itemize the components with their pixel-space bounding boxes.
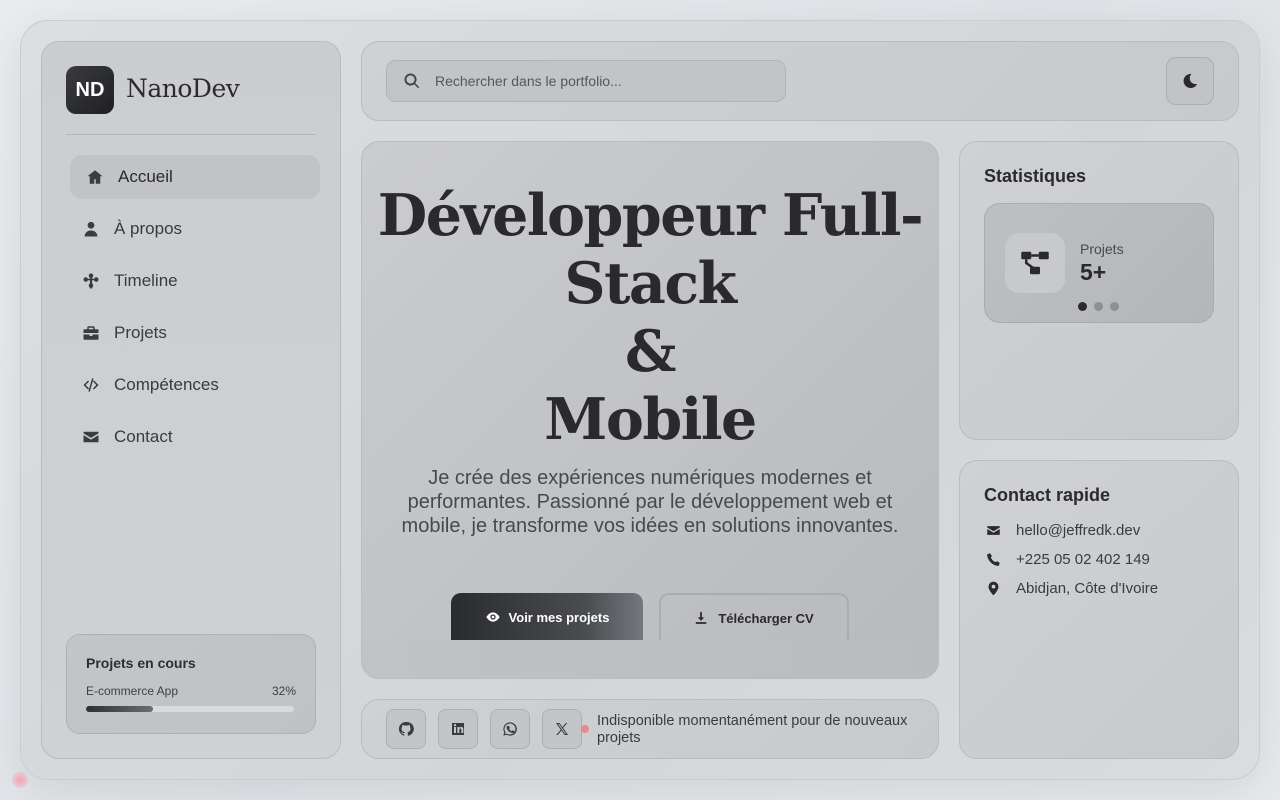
search-icon	[404, 73, 420, 89]
contact-email-row[interactable]: hello@jeffredk.dev	[986, 522, 1140, 539]
timeline-icon	[83, 273, 99, 289]
sidebar-item-label: À propos	[114, 219, 183, 238]
floating-accent-dot	[12, 772, 28, 788]
sidebar-item-accueil[interactable]: Accueil	[70, 155, 320, 199]
sidebar-divider	[66, 134, 316, 135]
phone-icon	[987, 553, 1000, 566]
carousel-dot[interactable]	[1094, 302, 1103, 311]
contact-phone: +225 05 02 402 149	[1016, 551, 1150, 568]
progress-track	[86, 706, 294, 712]
briefcase-icon	[83, 326, 99, 340]
progress-percent: 32%	[271, 684, 296, 698]
carousel-dot[interactable]	[1110, 302, 1119, 311]
progress-fill	[86, 706, 153, 712]
stat-label: Projets	[1080, 241, 1124, 257]
github-icon	[398, 721, 414, 736]
stat-value: 5+	[1080, 259, 1107, 285]
sidebar-item-competences[interactable]: Compétences	[70, 363, 320, 407]
envelope-icon	[83, 431, 99, 443]
sidebar-item-contact[interactable]: Contact	[70, 415, 320, 459]
x-icon	[556, 723, 568, 735]
eye-icon	[485, 612, 500, 622]
contact-email: hello@jeffredk.dev	[1016, 522, 1141, 539]
moon-icon	[1183, 73, 1198, 89]
sidebar-item-a-propos[interactable]: À propos	[70, 207, 320, 251]
download-icon	[696, 612, 707, 624]
sidebar-item-label: Timeline	[114, 271, 178, 290]
progress-title: Projets en cours	[86, 655, 196, 671]
sidebar-item-label: Contact	[114, 427, 173, 446]
view-projects-label: Voir mes projets	[508, 609, 610, 625]
theme-toggle-button[interactable]	[1166, 57, 1214, 105]
hero-title: Développeur Full- Stack & Mobile	[362, 182, 938, 454]
contact-phone-row[interactable]: +225 05 02 402 149	[986, 551, 1150, 568]
view-projects-button[interactable]: Voir mes projets	[451, 593, 643, 641]
user-icon	[84, 221, 98, 237]
hero-title-line: Stack	[564, 250, 737, 317]
linkedin-icon	[452, 723, 464, 735]
whatsapp-icon	[503, 722, 517, 736]
project-diagram-icon	[1021, 251, 1049, 275]
whatsapp-link[interactable]	[490, 709, 530, 749]
hero-card: Développeur Full- Stack & Mobile	[361, 141, 939, 679]
stat-icon-badge	[1005, 233, 1065, 293]
contact-title: Contact rapide	[984, 485, 1111, 505]
code-icon	[83, 378, 99, 392]
logo-badge[interactable]: ND	[66, 66, 114, 114]
map-pin-icon	[988, 581, 999, 596]
sidebar-item-timeline[interactable]: Timeline	[70, 259, 320, 303]
sidebar-item-label: Projets	[114, 323, 167, 342]
sidebar-item-label: Compétences	[114, 375, 219, 394]
sidebar-item-projets[interactable]: Projets	[70, 311, 320, 355]
github-link[interactable]	[386, 709, 426, 749]
availability-status: Indisponible momentanément pour de nouve…	[597, 713, 908, 746]
download-cv-button[interactable]: Télécharger CV	[659, 593, 849, 641]
progress-content: Projets en cours E-commerce App 32%	[66, 634, 316, 734]
status-indicator	[581, 725, 589, 733]
contact-location-row: Abidjan, Côte d'Ivoire	[986, 580, 1158, 597]
hero-title-line: &	[625, 318, 676, 385]
search-input[interactable]	[435, 73, 755, 89]
search-box[interactable]	[386, 60, 786, 102]
brand-name[interactable]: NanoDev	[126, 74, 240, 103]
contact-location: Abidjan, Côte d'Ivoire	[1016, 580, 1159, 597]
home-icon	[87, 170, 103, 184]
progress-project-name: E-commerce App	[86, 684, 179, 698]
stats-title: Statistiques	[984, 166, 1087, 186]
logo-initials: ND	[75, 78, 105, 101]
linkedin-link[interactable]	[438, 709, 478, 749]
hero-description: Je crée des expériences numériques moder…	[401, 467, 899, 537]
x-link[interactable]	[542, 709, 582, 749]
hero-bottom-fade	[362, 640, 938, 678]
hero-title-line: Mobile	[544, 386, 757, 453]
carousel-dot[interactable]	[1078, 302, 1087, 311]
hero-title-line: Développeur Full-	[377, 182, 924, 249]
envelope-icon	[987, 526, 1000, 535]
sidebar-item-label: Accueil	[118, 167, 173, 186]
download-cv-label: Télécharger CV	[718, 610, 814, 626]
